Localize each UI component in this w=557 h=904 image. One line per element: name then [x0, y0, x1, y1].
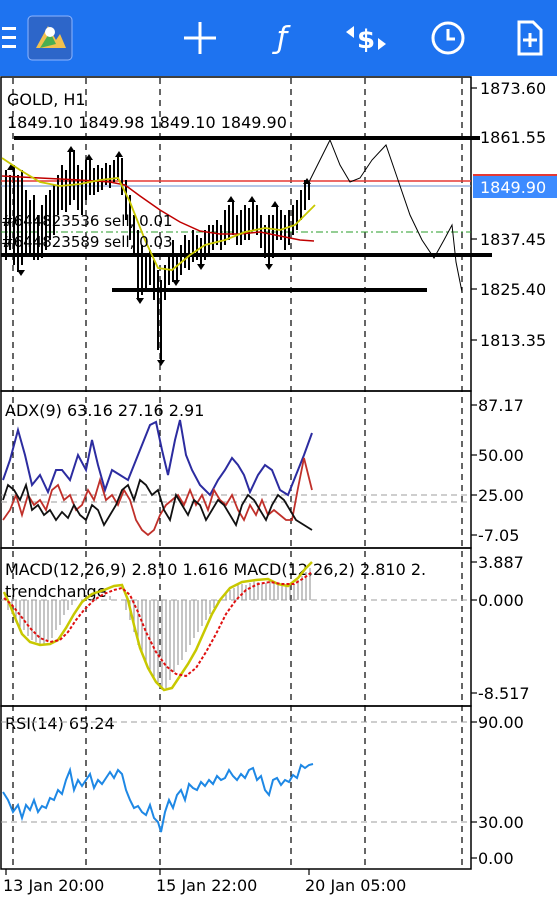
crosshair-icon[interactable] — [176, 14, 224, 62]
current-price-label: 1849.90 — [480, 178, 546, 197]
time-label: 20 Jan 05:00 — [305, 876, 406, 895]
trade-icon[interactable]: $ — [342, 14, 390, 62]
toolbar: ƒ $ — [0, 0, 557, 76]
rsi-label: RSI(14) 65.24 — [5, 714, 115, 733]
adx-main-line — [2, 419, 313, 497]
macd-tick: 0.000 — [478, 591, 524, 610]
price-tick: 1861.55 — [480, 128, 546, 147]
macd-label: MACD(12,26,9) 2.810 1.616 MACD(12,26,2) … — [5, 560, 426, 579]
adx-label: ADX(9) 63.16 27.16 2.91 — [5, 401, 204, 420]
rsi-tick: 90.00 — [478, 713, 524, 732]
rsi-tick: 30.00 — [478, 813, 524, 832]
price-tick: 1837.45 — [480, 230, 546, 249]
adx-plus-line — [2, 457, 313, 537]
adx-tick: 87.17 — [478, 396, 524, 415]
adx-tick: 25.00 — [478, 486, 524, 505]
macd-tick: 3.887 — [478, 553, 524, 572]
svg-text:ƒ: ƒ — [272, 21, 291, 56]
ohlc-label: 1849.10 1849.98 1849.10 1849.90 — [7, 113, 287, 132]
time-label: 15 Jan 22:00 — [156, 876, 257, 895]
clock-icon[interactable] — [424, 14, 472, 62]
adx-tick: -7.05 — [478, 526, 519, 545]
function-icon[interactable]: ƒ — [258, 14, 306, 62]
adx-tick: 50.00 — [478, 446, 524, 465]
chart-canvas[interactable]: GOLD, H1 1849.10 1849.98 1849.10 1849.90 — [0, 76, 557, 900]
price-tick: 1813.35 — [480, 331, 546, 350]
order-label-1[interactable]: #644823536 sell, 0.01 — [1, 212, 173, 230]
order-label-2[interactable]: #644823589 sell, 0.03 — [1, 233, 173, 251]
metatrader-logo-icon — [26, 14, 74, 62]
price-tick: 1825.40 — [480, 280, 546, 299]
time-label: 13 Jan 20:00 — [3, 876, 104, 895]
axis-ticks — [471, 87, 477, 859]
symbol-label: GOLD, H1 — [7, 90, 86, 109]
macd-tick: -8.517 — [478, 684, 530, 703]
svg-text:$: $ — [357, 25, 375, 55]
period-separators — [12, 78, 463, 869]
price-tick: 1873.60 — [480, 79, 546, 98]
add-document-icon[interactable] — [505, 14, 553, 62]
rsi-tick: 0.00 — [478, 849, 514, 868]
projection-line — [308, 138, 463, 293]
chart-area[interactable]: GOLD, H1 1849.10 1849.98 1849.10 1849.90 — [0, 76, 557, 900]
macd-sublabel: trendchange — [5, 582, 107, 601]
